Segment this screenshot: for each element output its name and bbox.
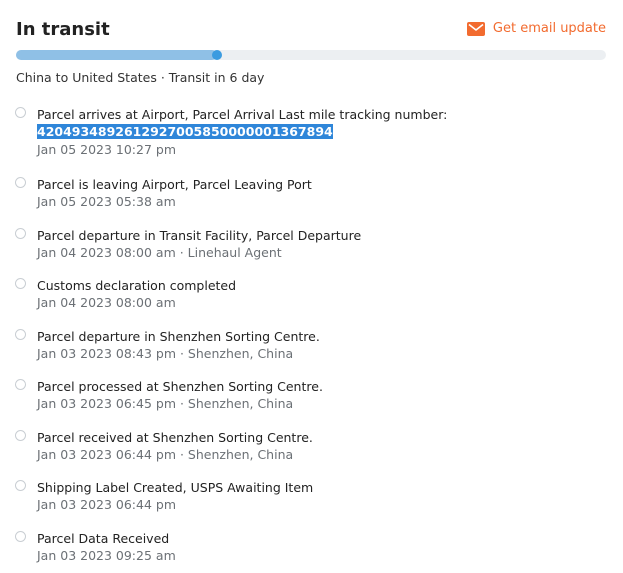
timeline-dot-icon [15, 107, 26, 118]
event-title: Parcel departure in Shenzhen Sorting Cen… [37, 328, 603, 345]
event-meta: Jan 03 2023 06:44 pm · Shenzhen, China [37, 447, 293, 462]
progress-dot [212, 50, 222, 60]
timeline-dot-icon [15, 228, 26, 239]
event-title: Shipping Label Created, USPS Awaiting It… [37, 479, 603, 496]
timeline-event: Parcel Data Received Jan 03 2023 09:25 a… [0, 523, 623, 573]
event-meta: Jan 05 2023 05:38 am [37, 194, 176, 209]
event-meta: Jan 03 2023 06:44 pm [37, 497, 176, 512]
timeline-dot-icon [15, 531, 26, 542]
timeline-event: Customs declaration completed Jan 04 202… [0, 270, 623, 321]
timeline-event: Parcel departure in Shenzhen Sorting Cen… [0, 321, 623, 372]
timeline-event: Parcel processed at Shenzhen Sorting Cen… [0, 371, 623, 422]
mail-icon [467, 22, 485, 36]
progress-fill [16, 50, 217, 60]
timeline-event: Parcel departure in Transit Facility, Pa… [0, 220, 623, 271]
event-title: Parcel arrives at Airport, Parcel Arriva… [37, 107, 447, 122]
route-summary: China to United States · Transit in 6 da… [16, 70, 264, 85]
tracking-timeline: Parcel arrives at Airport, Parcel Arriva… [0, 99, 623, 573]
timeline-dot-icon [15, 430, 26, 441]
event-title: Parcel is leaving Airport, Parcel Leavin… [37, 176, 603, 193]
event-title: Customs declaration completed [37, 277, 603, 294]
status-title: In transit [16, 19, 110, 40]
event-meta: Jan 04 2023 08:00 am · Linehaul Agent [37, 245, 282, 260]
timeline-dot-icon [15, 177, 26, 188]
event-title: Parcel processed at Shenzhen Sorting Cen… [37, 378, 603, 395]
timeline-dot-icon [15, 278, 26, 289]
event-meta: Jan 04 2023 08:00 am [37, 295, 176, 310]
timeline-dot-icon [15, 379, 26, 390]
timeline-event: Parcel received at Shenzhen Sorting Cent… [0, 422, 623, 473]
email-update-label: Get email update [493, 21, 606, 36]
timeline-dot-icon [15, 480, 26, 491]
event-title: Parcel received at Shenzhen Sorting Cent… [37, 429, 603, 446]
tracking-number[interactable]: 420493489261292700585000000136789​4 [37, 124, 333, 139]
timeline-dot-icon [15, 329, 26, 340]
event-meta: Jan 03 2023 09:25 am [37, 548, 176, 563]
get-email-update-button[interactable]: Get email update [467, 21, 606, 36]
tracking-panel: In transit Get email update China to Uni… [0, 0, 623, 551]
event-title: Parcel departure in Transit Facility, Pa… [37, 227, 603, 244]
timeline-event: Parcel is leaving Airport, Parcel Leavin… [0, 169, 623, 220]
event-title: Parcel Data Received [37, 530, 603, 547]
transit-progress-bar [16, 50, 606, 60]
event-meta: Jan 05 2023 10:27 pm [37, 142, 176, 157]
timeline-event: Shipping Label Created, USPS Awaiting It… [0, 472, 623, 523]
event-meta: Jan 03 2023 06:45 pm · Shenzhen, China [37, 396, 293, 411]
event-meta: Jan 03 2023 08:43 pm · Shenzhen, China [37, 346, 293, 361]
timeline-event: Parcel arrives at Airport, Parcel Arriva… [0, 99, 623, 169]
